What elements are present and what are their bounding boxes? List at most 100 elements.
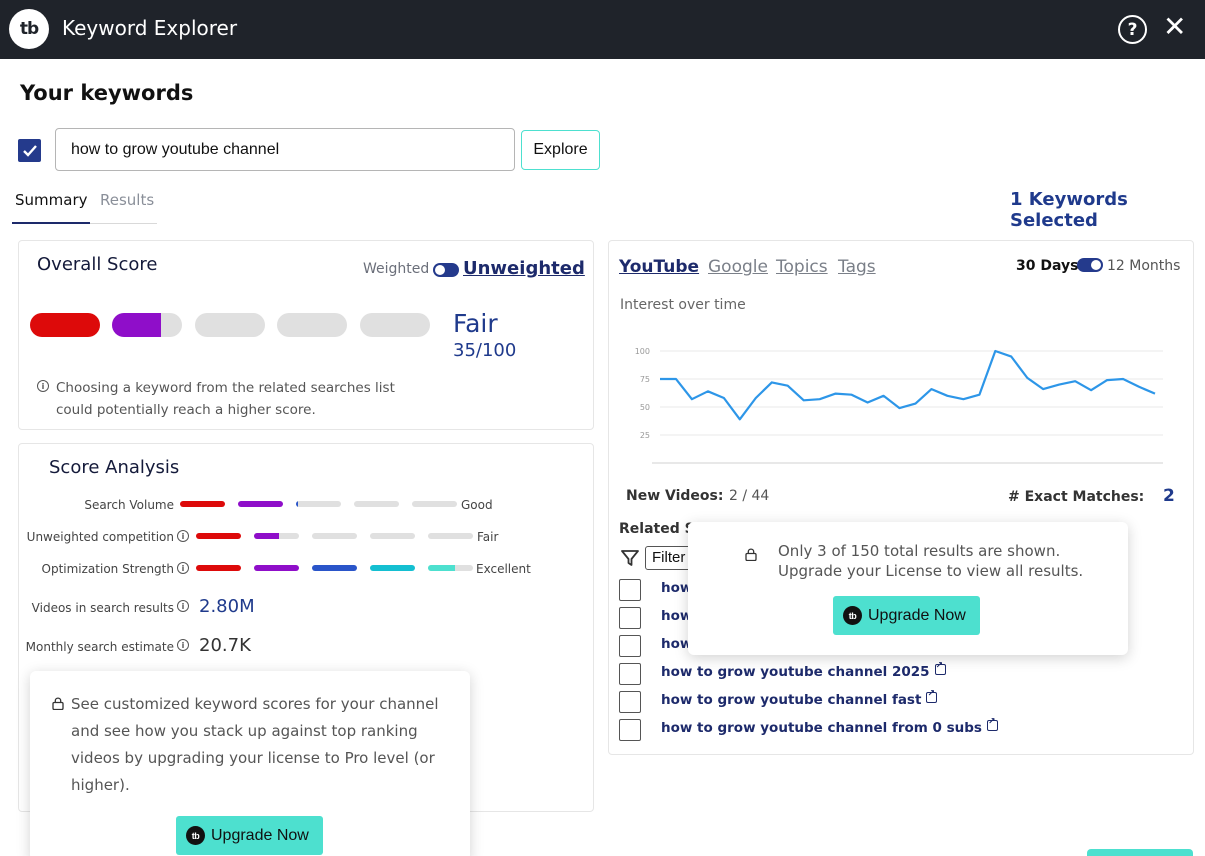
related-item-checkbox[interactable] [619,635,641,657]
bottom-action-button[interactable] [1087,849,1193,856]
score-bar-segment [296,501,341,507]
score-rating: Fair [453,309,498,338]
score-bar-segment [312,565,357,571]
tab-tags[interactable]: Tags [838,257,876,277]
upgrade-now-label: Upgrade Now [211,826,309,844]
overall-score-note: Choosing a keyword from the related sear… [56,380,395,418]
related-item-checkbox[interactable] [619,691,641,713]
interest-series-line [660,349,1156,421]
competition-label: Unweighted competition [26,530,174,544]
keyword-checkbox[interactable] [18,139,41,162]
score-bar-segment [354,501,399,507]
score-upsell-text: See customized keyword scores for your c… [71,695,439,794]
related-item-text: how to grow youtube channel 2025 [661,664,930,680]
competition-rating: Fair [477,530,499,544]
upgrade-now-button[interactable]: tb Upgrade Now [176,816,323,855]
search-volume-rating: Good [461,498,493,512]
related-item-checkbox[interactable] [619,579,641,601]
score-bar-segment [238,501,283,507]
monthly-search-label: Monthly search estimate [25,640,174,654]
tab-google[interactable]: Google [708,257,768,277]
exact-matches-value: 2 [1163,486,1175,506]
tab-topics[interactable]: Topics [776,257,828,277]
external-link-icon[interactable] [934,661,946,675]
unweighted-label[interactable]: Unweighted [463,258,585,279]
upgrade-now-label: Upgrade Now [868,606,966,624]
range-30-days[interactable]: 30 Days [1016,258,1078,274]
score-meter-segment [360,313,430,337]
related-item-checkbox[interactable] [619,663,641,685]
external-link-icon[interactable] [926,689,938,703]
tubebuddy-icon: tb [186,826,205,845]
title-bar: tb Keyword Explorer ? ✕ [0,0,1205,59]
weighted-toggle[interactable] [433,263,459,277]
checkmark-icon [22,144,37,157]
score-bar-fill [370,565,415,571]
score-bar-fill [180,501,225,507]
y-tick-label: 75 [640,375,650,384]
results-upsell-line2: Upgrade your License to view all results… [778,562,1084,580]
keyword-input[interactable] [55,128,515,171]
external-link-icon[interactable] [986,717,998,731]
videos-in-results-label: Videos in search results [31,601,174,615]
score-bar-fill [254,565,299,571]
monthly-search-value: 20.7K [199,635,251,656]
weighted-label[interactable]: Weighted [363,261,429,277]
optimization-label: Optimization Strength [41,562,175,576]
related-item-text: how to grow youtube channel fast [661,692,922,708]
new-videos-value: 2 / 44 [729,488,770,504]
related-item-link[interactable]: how to grow youtube channel from 0 subs [661,717,998,736]
videos-in-results-value: 2.80M [199,596,255,617]
score-meter-segment [30,313,100,337]
score-bar-segment [370,565,415,571]
score-bar-segment [428,565,473,571]
score-bar-fill [312,565,357,571]
score-meter-fill [112,313,161,337]
interest-over-time-label: Interest over time [620,297,746,313]
related-item-link[interactable]: how to grow youtube channel fast [661,689,938,708]
page-heading: Your keywords [20,81,194,105]
score-upsell-popover: See customized keyword scores for your c… [30,671,470,856]
related-item-checkbox[interactable] [619,719,641,741]
tubebuddy-icon: tb [843,606,862,625]
interest-line-chart: 25 50 75 100 [635,347,1163,464]
optimization-rating: Excellent [476,562,531,576]
score-bar-segment [180,501,225,507]
range-toggle[interactable] [1077,258,1103,272]
tab-summary[interactable]: Summary [15,191,88,209]
app-title: Keyword Explorer [62,16,238,40]
explore-button[interactable]: Explore [521,130,600,170]
score-bar-segment [254,533,299,539]
y-tick-label: 100 [635,347,650,356]
score-bar-fill [196,533,241,539]
score-bar-fill [296,501,299,507]
filter-icon[interactable] [620,548,640,568]
score-meter-segment [277,313,347,337]
related-item-checkbox[interactable] [619,607,641,629]
keywords-selected-count: 1 Keywords Selected [1010,189,1128,231]
active-tab-indicator [12,222,90,224]
score-meter-segment [195,313,265,337]
upgrade-now-button[interactable]: tb Upgrade Now [833,596,980,635]
score-bar-segment [196,533,241,539]
range-12-months[interactable]: 12 Months [1107,258,1180,274]
lock-icon [52,697,64,710]
tubebuddy-logo-icon: tb [9,9,49,49]
videos-info-icon[interactable]: i [177,600,189,612]
score-bar-segment [312,533,357,539]
overall-score-title: Overall Score [37,254,158,275]
competition-info-icon[interactable]: i [177,530,189,542]
optimization-info-icon[interactable]: i [177,562,189,574]
tab-results[interactable]: Results [100,191,154,209]
help-icon[interactable]: ? [1118,15,1147,44]
related-item-link[interactable]: how to grow youtube channel 2025 [661,661,946,680]
close-icon[interactable]: ✕ [1163,12,1186,42]
score-bar-fill [238,501,283,507]
score-bar-segment [412,501,457,507]
tab-youtube[interactable]: YouTube [619,257,699,277]
related-searches-label: Related S [619,521,695,537]
monthly-info-icon[interactable]: i [177,639,189,651]
y-tick-label: 50 [640,403,650,412]
y-tick-label: 25 [640,431,650,440]
score-bar-segment [254,565,299,571]
